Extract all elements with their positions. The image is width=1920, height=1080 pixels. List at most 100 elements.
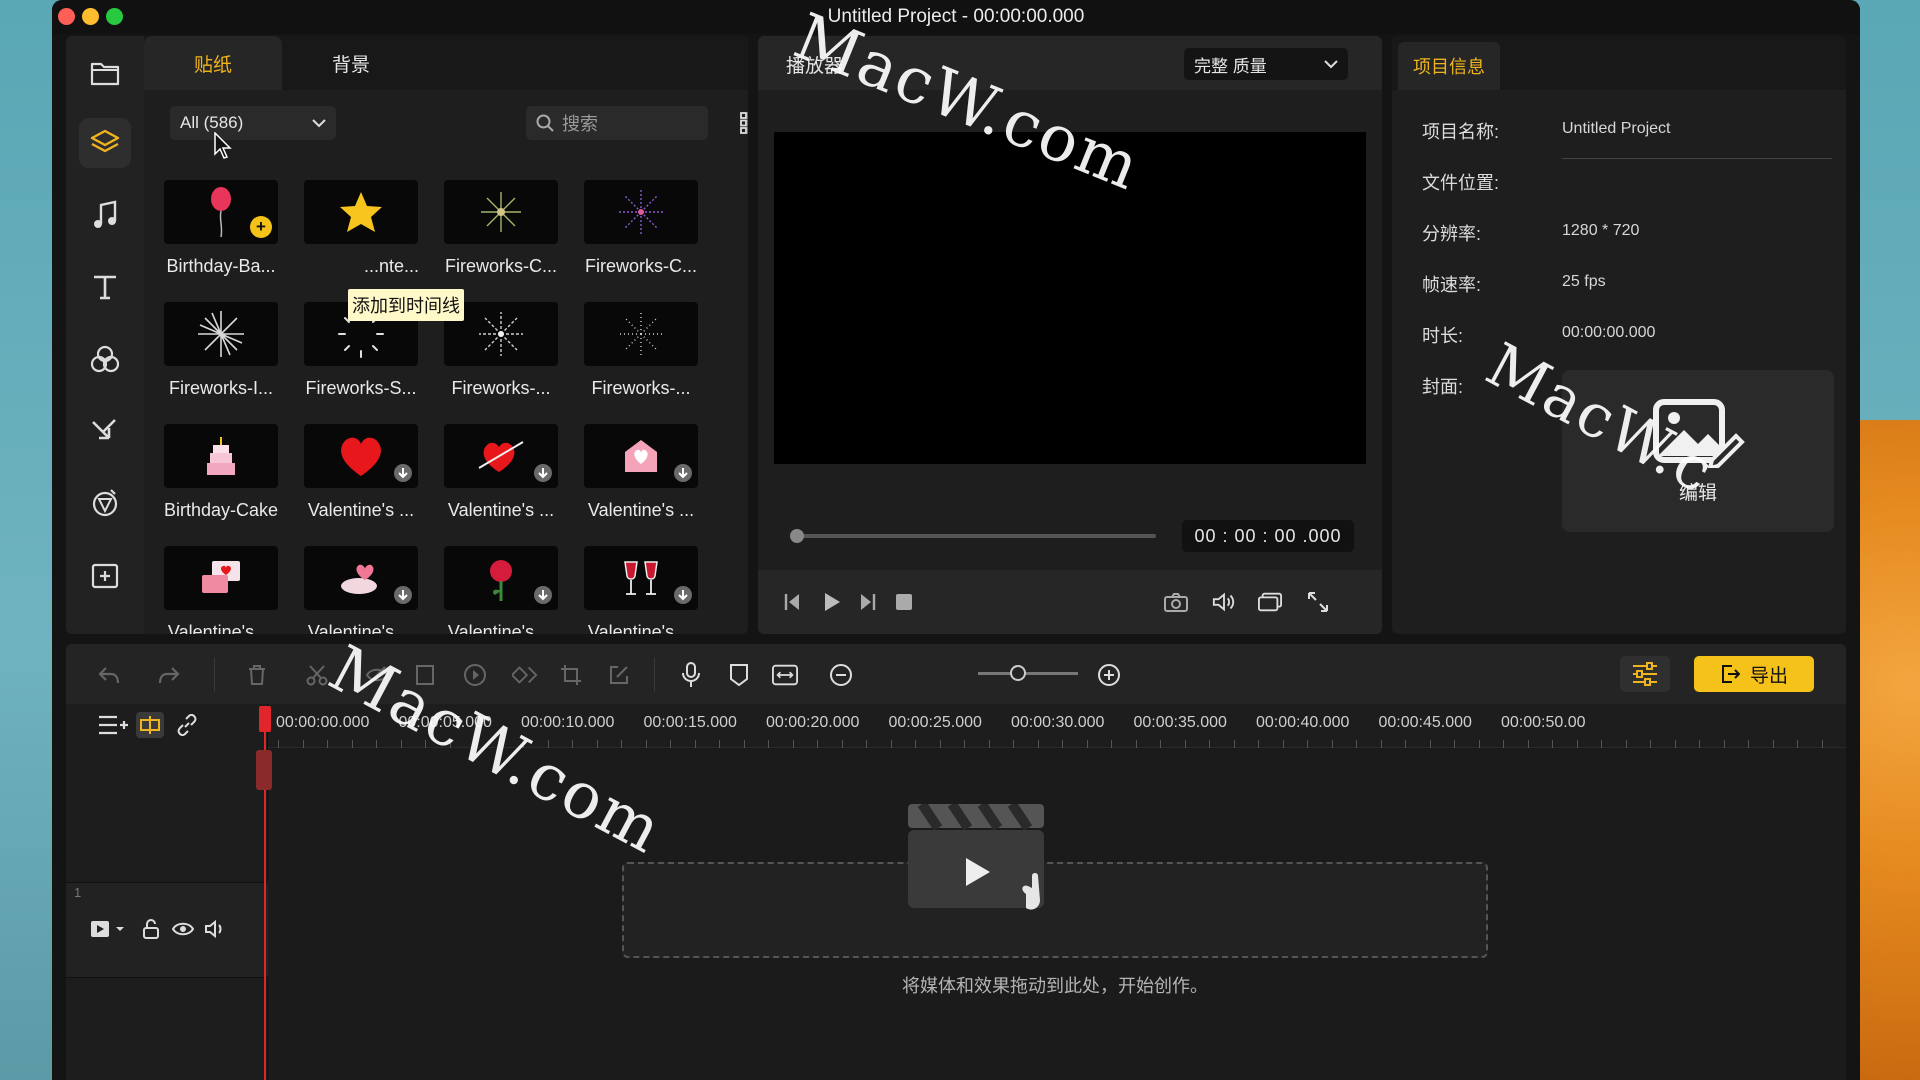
zoom-out-button[interactable] (828, 662, 854, 688)
sticker-card[interactable]: Fireworks-I... (164, 302, 278, 399)
tab-project-info[interactable]: 项目信息 (1398, 42, 1500, 90)
track-type-dropdown[interactable] (90, 919, 126, 944)
previous-frame-button[interactable] (780, 590, 804, 614)
timeline-settings-button[interactable] (1620, 656, 1670, 692)
zoom-slider-knob[interactable] (1010, 665, 1026, 681)
ruler-tick (572, 740, 573, 748)
sticker-thumb (304, 180, 418, 244)
tab-stickers[interactable]: 贴纸 (144, 36, 282, 90)
ruler-tick (1062, 740, 1063, 748)
split-button[interactable] (304, 662, 330, 688)
next-frame-button[interactable] (856, 590, 880, 614)
sticker-card[interactable]: Valentine's ... (304, 424, 418, 521)
volume-button[interactable] (1212, 590, 1236, 614)
sticker-card[interactable]: Valentine's ... (444, 424, 558, 521)
zoom-slider[interactable] (978, 672, 1078, 675)
download-icon (398, 590, 408, 601)
snapshot-button[interactable] (1164, 590, 1188, 614)
zoom-out-icon (830, 664, 852, 686)
tab-backgrounds[interactable]: 背景 (282, 36, 420, 90)
link-toggle[interactable] (176, 713, 198, 741)
lock-track-button[interactable] (142, 919, 160, 944)
rail-media-button[interactable] (79, 48, 131, 98)
transition-arrows-icon (92, 419, 116, 440)
grid-view-button[interactable] (740, 112, 748, 136)
rail-effects-button[interactable] (79, 478, 131, 528)
rail-text-button[interactable] (79, 262, 131, 312)
crop-frame-button[interactable] (412, 662, 438, 688)
hide-clip-button[interactable] (364, 662, 390, 688)
cover-edit-label: 编辑 (1678, 482, 1717, 504)
project-name-label: 项目名称: (1422, 122, 1500, 142)
download-badge[interactable] (534, 464, 552, 482)
crop-button[interactable] (558, 662, 584, 688)
sticker-card[interactable]: ...nte... (304, 180, 419, 277)
ruler-tick (1625, 740, 1627, 748)
sticker-card[interactable]: Fireworks-C... (584, 180, 698, 277)
download-badge[interactable] (394, 586, 412, 604)
undo-button[interactable] (96, 662, 122, 688)
seek-bar[interactable] (790, 529, 1156, 543)
stop-button[interactable] (892, 590, 916, 614)
search-input[interactable]: 搜索 (526, 106, 708, 140)
download-badge[interactable] (674, 464, 692, 482)
player-timecode: 00 : 00 : 00 .000 (1182, 520, 1354, 552)
seek-knob[interactable] (790, 529, 804, 543)
sticker-card[interactable]: Valentine's ... (584, 424, 698, 521)
marker-shield-icon (730, 664, 748, 687)
add-track-button[interactable] (98, 714, 128, 741)
export-button[interactable]: 导出 (1694, 656, 1814, 692)
keyframe-icon (512, 666, 538, 684)
fullscreen-button[interactable] (1306, 590, 1330, 614)
toggle-visibility-button[interactable] (171, 921, 195, 942)
download-badge[interactable] (674, 586, 692, 604)
playhead-handle[interactable] (259, 706, 271, 732)
rail-transitions-button[interactable] (79, 406, 131, 456)
rail-elements-button[interactable] (79, 550, 131, 600)
mute-track-button[interactable] (204, 919, 226, 944)
marker-button[interactable] (726, 662, 752, 688)
rail-filters-button[interactable] (79, 334, 131, 384)
fit-timeline-button[interactable] (772, 662, 798, 688)
media-drop-zone[interactable] (622, 862, 1488, 958)
sticker-card[interactable]: Birthday-Cake (164, 424, 278, 521)
project-name-value[interactable]: Untitled Project (1562, 120, 1671, 138)
sticker-card[interactable]: Valentine's ... (304, 546, 418, 634)
ruler-tick (719, 740, 720, 748)
delete-button[interactable] (244, 662, 270, 688)
add-to-timeline-button[interactable]: + (250, 216, 272, 238)
time-ruler[interactable]: 00:00:00.000 00:00:05.000 00:00:10.000 00:0… (268, 704, 1846, 748)
sticker-card[interactable]: Fireworks-C... (444, 180, 558, 277)
ruler-tick (425, 740, 426, 748)
redo-button[interactable] (156, 662, 182, 688)
download-badge[interactable] (394, 464, 412, 482)
zoom-in-button[interactable] (1096, 662, 1122, 688)
sticker-card[interactable]: + Birthday-Ba... (164, 180, 278, 277)
sticker-card[interactable]: Valentine's ... (584, 546, 698, 634)
download-badge[interactable] (534, 586, 552, 604)
record-voice-button[interactable] (678, 662, 704, 688)
rail-stickers-button[interactable] (79, 118, 131, 168)
snap-toggle[interactable] (136, 712, 164, 738)
chevron-down-icon (1324, 59, 1338, 68)
keyframe-button[interactable] (512, 662, 538, 688)
wine-glasses-icon (624, 561, 658, 595)
sticker-card[interactable]: Valentine's ... (164, 546, 278, 634)
cover-edit-button[interactable]: 编辑 (1562, 370, 1834, 532)
sticker-card[interactable]: Fireworks-... (584, 302, 698, 399)
play-icon (825, 593, 840, 611)
sticker-card[interactable]: Valentine's ... (444, 546, 558, 634)
add-element-icon (91, 563, 119, 589)
ruler-tick (1650, 740, 1651, 748)
cloud-heart-icon (341, 564, 377, 594)
sticker-thumb (164, 302, 278, 366)
play-button[interactable] (820, 590, 844, 614)
ruler-tick (498, 740, 500, 748)
speed-button[interactable] (462, 662, 488, 688)
edit-button[interactable] (606, 662, 632, 688)
aspect-ratio-button[interactable] (1258, 590, 1282, 614)
download-icon (538, 468, 548, 479)
category-filter-dropdown[interactable]: All (586) (170, 106, 336, 140)
quality-dropdown[interactable]: 完整 质量 (1184, 48, 1348, 80)
rail-audio-button[interactable] (79, 190, 131, 240)
